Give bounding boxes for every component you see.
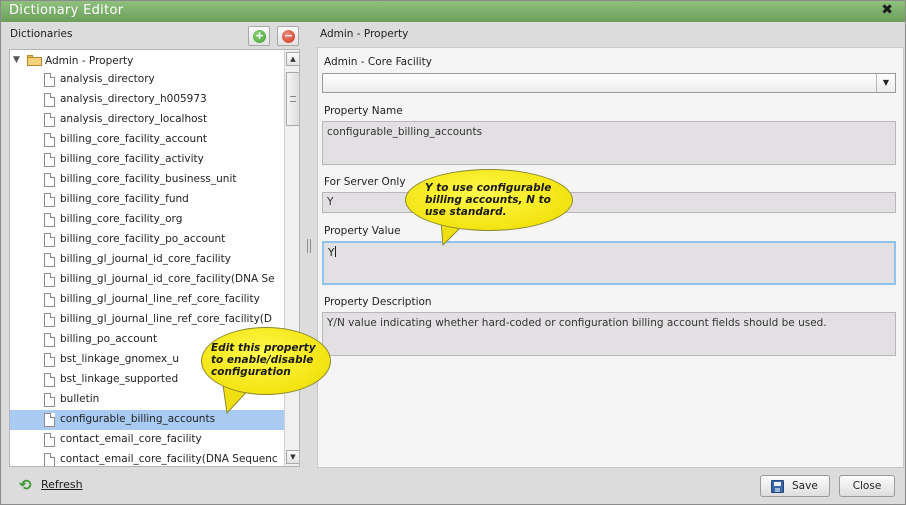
callout-line: billing accounts, N to — [425, 194, 551, 206]
tree-item[interactable]: billing_core_facility_account — [10, 130, 284, 150]
property-name-label: Property Name — [324, 105, 403, 117]
tree-item[interactable]: billing_core_facility_org — [10, 210, 284, 230]
close-button[interactable]: Close — [839, 475, 895, 497]
tree-item[interactable]: billing_gl_journal_line_ref_core_facilit… — [10, 290, 284, 310]
tree-item-label: billing_core_facility_business_unit — [60, 173, 237, 185]
document-icon — [44, 333, 55, 347]
tree-item[interactable]: contact_email_core_facility — [10, 430, 284, 450]
tree-item-label: analysis_directory — [60, 73, 155, 85]
callout-line: Y to use configurable — [425, 182, 552, 194]
property-value-input[interactable]: Y — [322, 241, 896, 285]
for-server-only-label: For Server Only — [324, 176, 406, 188]
tree-item-label: billing_core_facility_org — [60, 213, 183, 225]
document-icon — [44, 353, 55, 367]
tree-item-label: billing_core_facility_activity — [60, 153, 204, 165]
remove-icon: − — [282, 29, 295, 43]
remove-dictionary-button[interactable]: − — [277, 26, 299, 46]
dictionary-editor-window: Dictionary Editor ✖ Dictionaries + − ▼ A… — [0, 0, 906, 505]
document-icon — [44, 93, 55, 107]
edit-property-callout: Edit this property to enable/disable con… — [201, 327, 333, 417]
tree-item[interactable]: billing_core_facility_business_unit — [10, 170, 284, 190]
tree-item[interactable]: analysis_directory — [10, 70, 284, 90]
property-value-label: Property Value — [324, 225, 401, 237]
title-bar[interactable]: Dictionary Editor ✖ — [1, 1, 905, 22]
document-icon — [44, 233, 55, 247]
tree-item-label: billing_core_facility_fund — [60, 193, 189, 205]
scroll-down-icon[interactable]: ▼ — [286, 450, 299, 464]
expand-arrow-icon[interactable]: ▼ — [13, 55, 20, 65]
close-label: Close — [852, 480, 882, 492]
tree-item[interactable]: analysis_directory_localhost — [10, 110, 284, 130]
save-button[interactable]: Save — [760, 475, 830, 497]
chevron-down-icon[interactable]: ▼ — [876, 74, 895, 92]
tree-item-label: billing_core_facility_po_account — [60, 233, 226, 245]
document-icon — [44, 313, 55, 327]
document-icon — [44, 373, 55, 387]
tree-item[interactable]: billing_core_facility_po_account — [10, 230, 284, 250]
tree-item-label: billing_gl_journal_id_core_facility — [60, 253, 231, 265]
document-icon — [44, 253, 55, 267]
document-icon — [44, 413, 55, 427]
tree-item[interactable]: billing_gl_journal_id_core_facility — [10, 250, 284, 270]
document-icon — [44, 293, 55, 307]
document-icon — [44, 153, 55, 167]
tree-item-label: analysis_directory_h005973 — [60, 93, 207, 105]
tree-item[interactable]: billing_gl_journal_id_core_facility(DNA … — [10, 270, 284, 290]
tree-root-node[interactable]: ▼ Admin - Property — [10, 52, 280, 71]
dictionaries-header: Dictionaries + − — [9, 26, 301, 46]
tree-item[interactable]: analysis_directory_h005973 — [10, 90, 284, 110]
document-icon — [44, 273, 55, 287]
tree-item[interactable]: contact_email_core_facility(DNA Sequenc — [10, 450, 284, 466]
tree-item-label: analysis_directory_localhost — [60, 113, 208, 125]
callout-line: to enable/disable — [211, 354, 314, 366]
tree-item-label: billing_gl_journal_id_core_facility(DNA … — [60, 273, 275, 285]
document-icon — [44, 193, 55, 207]
tree-item-label: billing_core_facility_account — [60, 133, 207, 145]
property-form: Admin - Core Facility ▼ Property Name co… — [317, 47, 904, 468]
dictionaries-label: Dictionaries — [10, 28, 73, 40]
document-icon — [44, 133, 55, 147]
property-name-field[interactable]: configurable_billing_accounts — [322, 121, 896, 165]
tree-item[interactable]: billing_core_facility_fund — [10, 190, 284, 210]
window-title: Dictionary Editor — [9, 3, 124, 18]
tree-item-label: billing_gl_journal_line_ref_core_facilit… — [60, 293, 260, 305]
core-facility-select[interactable]: ▼ — [322, 73, 896, 93]
document-icon — [44, 73, 55, 87]
property-value-text: Y — [328, 247, 335, 259]
tree-item-label: contact_email_core_facility(DNA Sequenc — [60, 453, 278, 465]
callout-line: use standard. — [425, 206, 507, 218]
core-facility-label: Admin - Core Facility — [324, 56, 432, 68]
document-icon — [44, 173, 55, 187]
tree-item[interactable]: billing_core_facility_activity — [10, 150, 284, 170]
callout-line: Edit this property — [211, 342, 316, 354]
add-dictionary-button[interactable]: + — [248, 26, 270, 46]
document-icon — [44, 433, 55, 447]
document-icon — [44, 393, 55, 407]
add-icon: + — [253, 29, 266, 43]
close-icon[interactable]: ✖ — [881, 2, 893, 18]
save-label: Save — [792, 480, 818, 492]
property-description-field[interactable]: Y/N value indicating whether hard-coded … — [322, 312, 896, 356]
tree-root-label: Admin - Property — [45, 55, 134, 67]
folder-icon — [27, 55, 42, 66]
refresh-icon: ⟲ — [19, 476, 32, 494]
document-icon — [44, 113, 55, 127]
save-icon — [771, 480, 784, 493]
scroll-up-icon[interactable]: ▲ — [286, 52, 299, 66]
panel-divider-handle[interactable] — [307, 239, 311, 253]
property-description-label: Property Description — [324, 296, 432, 308]
document-icon — [44, 453, 55, 466]
scroll-thumb[interactable] — [286, 72, 299, 126]
refresh-label[interactable]: Refresh — [41, 478, 83, 491]
tree-item-label: contact_email_core_facility — [60, 433, 202, 445]
callout-line: configuration — [211, 366, 291, 378]
tree-item-label: billing_gl_journal_line_ref_core_facilit… — [60, 313, 272, 325]
property-panel-title: Admin - Property — [320, 28, 409, 40]
property-value-callout: Y to use configurable billing accounts, … — [405, 169, 575, 247]
document-icon — [44, 213, 55, 227]
